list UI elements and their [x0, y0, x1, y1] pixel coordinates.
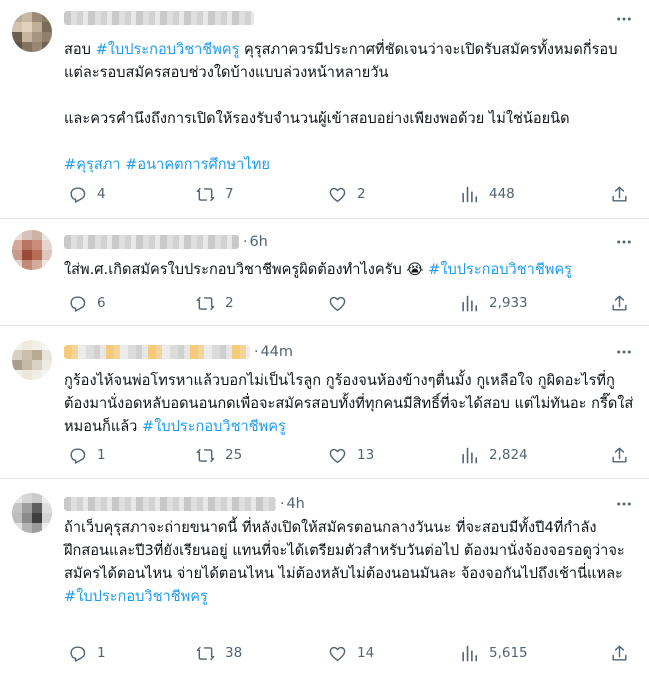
- hashtag-link[interactable]: #ใบประกอบวิชาชีพครู: [142, 418, 286, 435]
- views-chart-icon: [462, 295, 478, 311]
- retweet-count: 2: [225, 295, 234, 311]
- more-horizontal-icon[interactable]: [615, 233, 633, 251]
- share-icon: [612, 295, 627, 311]
- share-button[interactable]: [610, 443, 629, 467]
- share-button[interactable]: [610, 291, 629, 315]
- views-chart-icon: [462, 645, 478, 661]
- like-button[interactable]: [328, 291, 357, 315]
- views-count: 5,615: [489, 645, 528, 661]
- reply-count: 1: [97, 645, 106, 661]
- tweet-3[interactable]: · 44m กูร้องไห้จนพ่อโทรหาแล้วบอกไม่เป็นไ…: [0, 326, 649, 479]
- views-count: 2,933: [489, 295, 528, 311]
- retweet-icon: [196, 448, 215, 462]
- avatar[interactable]: [12, 230, 52, 270]
- tweet-actions: 1 38 14 5,615: [64, 641, 636, 665]
- tweet-feed: สอบ #ใบประกอบวิชาชีพครู คุรุสภาควรมีประก…: [0, 0, 649, 674]
- tweet-header: · 44m: [64, 342, 293, 362]
- heart-icon: [329, 646, 346, 661]
- tweet-text-part: ถ้าเว็บคุรุสภาจะถ่ายขนาดนี้ ที่หลังเปิดใ…: [64, 519, 625, 582]
- share-icon: [612, 447, 627, 463]
- more-horizontal-icon[interactable]: [615, 495, 633, 513]
- tweet-2[interactable]: · 6h ใส่พ.ศ.เกิดสมัครใบประกอบวิชาชีพครูผ…: [0, 219, 649, 326]
- tweet-text-part: สอบ: [64, 41, 96, 58]
- like-count: 13: [357, 447, 375, 463]
- retweet-count: 7: [225, 186, 234, 202]
- retweet-button[interactable]: 25: [196, 443, 242, 467]
- tweet-actions: 1 25 13 2,824: [64, 443, 636, 467]
- retweet-icon: [196, 187, 215, 201]
- views-chart-icon: [462, 186, 478, 202]
- retweet-button[interactable]: 2: [196, 291, 234, 315]
- share-button[interactable]: [610, 182, 629, 206]
- tweet-text: ใส่พ.ศ.เกิดสมัครใบประกอบวิชาชีพครูผิดต้อ…: [64, 258, 634, 281]
- reply-button[interactable]: 1: [68, 443, 106, 467]
- reply-count: 6: [97, 295, 106, 311]
- avatar[interactable]: [12, 340, 52, 380]
- views-count: 448: [489, 186, 515, 202]
- heart-icon: [329, 187, 346, 202]
- tweet-time[interactable]: 6h: [249, 234, 267, 250]
- views-chart-icon: [462, 447, 478, 463]
- user-name-blurred[interactable]: [64, 345, 250, 359]
- like-count: 14: [357, 645, 375, 661]
- tweet-header: [64, 8, 254, 28]
- tweet-time[interactable]: 44m: [260, 344, 293, 360]
- user-name-blurred[interactable]: [64, 497, 276, 511]
- views-button[interactable]: 2,824: [460, 443, 528, 467]
- heart-icon: [329, 448, 346, 463]
- reply-icon: [70, 645, 86, 662]
- views-button[interactable]: 448: [460, 182, 515, 206]
- tweet-4[interactable]: · 4h ถ้าเว็บคุรุสภาจะถ่ายขนาดนี้ ที่หลัง…: [0, 479, 649, 674]
- tweet-text: สอบ #ใบประกอบวิชาชีพครู คุรุสภาควรมีประก…: [64, 38, 634, 176]
- reply-icon: [70, 295, 86, 312]
- heart-icon: [329, 296, 346, 311]
- reply-button[interactable]: 4: [68, 182, 106, 206]
- reply-button[interactable]: 6: [68, 291, 106, 315]
- avatar[interactable]: [12, 493, 52, 533]
- tweet-actions: 4 7 2 448: [64, 182, 636, 206]
- tweet-text: ถ้าเว็บคุรุสภาจะถ่ายขนาดนี้ ที่หลังเปิดใ…: [64, 516, 634, 608]
- like-button[interactable]: 2: [328, 182, 366, 206]
- reply-button[interactable]: 1: [68, 641, 106, 665]
- more-horizontal-icon[interactable]: [615, 343, 633, 361]
- like-button[interactable]: 14: [328, 641, 374, 665]
- user-name-blurred[interactable]: [64, 11, 254, 25]
- retweet-icon: [196, 646, 215, 660]
- user-name-blurred[interactable]: [64, 235, 239, 249]
- reply-icon: [70, 186, 86, 203]
- share-icon: [612, 186, 627, 202]
- views-button[interactable]: 2,933: [460, 291, 528, 315]
- tweet-text: กูร้องไห้จนพ่อโทรหาแล้วบอกไม่เป็นไรลูก ก…: [64, 369, 634, 438]
- views-count: 2,824: [489, 447, 528, 463]
- like-button[interactable]: 13: [328, 443, 374, 467]
- tweet-time[interactable]: 4h: [286, 496, 304, 512]
- reply-count: 1: [97, 447, 106, 463]
- retweet-count: 25: [225, 447, 243, 463]
- like-count: 2: [357, 186, 366, 202]
- tweet-text-part: ใส่พ.ศ.เกิดสมัครใบประกอบวิชาชีพครูผิดต้อ…: [64, 261, 407, 278]
- reply-count: 4: [97, 186, 106, 202]
- retweet-count: 38: [225, 645, 243, 661]
- tweet-actions: 6 2 2,933: [64, 291, 636, 315]
- hashtag-link[interactable]: #ใบประกอบวิชาชีพครู: [423, 261, 572, 278]
- crying-emoji: 😭: [406, 261, 424, 278]
- tweet-header: · 4h: [64, 494, 305, 514]
- share-button[interactable]: [610, 641, 629, 665]
- tweet-header: · 6h: [64, 232, 268, 252]
- retweet-button[interactable]: 38: [196, 641, 242, 665]
- views-button[interactable]: 5,615: [460, 641, 528, 665]
- reply-icon: [70, 447, 86, 464]
- share-icon: [612, 645, 627, 661]
- retweet-icon: [196, 296, 215, 310]
- avatar[interactable]: [12, 12, 52, 52]
- tweet-text-part: และควรคำนึงถึงการเปิดให้รองรับจำนวนผู้เข…: [64, 110, 570, 127]
- retweet-button[interactable]: 7: [196, 182, 234, 206]
- hashtag-link[interactable]: #ใบประกอบวิชาชีพครู: [64, 588, 208, 605]
- more-horizontal-icon[interactable]: [615, 10, 633, 28]
- tweet-1[interactable]: สอบ #ใบประกอบวิชาชีพครู คุรุสภาควรมีประก…: [0, 0, 649, 219]
- hashtag-link[interactable]: #คุรุสภา #อนาคตการศึกษาไทย: [64, 156, 270, 173]
- hashtag-link[interactable]: #ใบประกอบวิชาชีพครู: [96, 41, 240, 58]
